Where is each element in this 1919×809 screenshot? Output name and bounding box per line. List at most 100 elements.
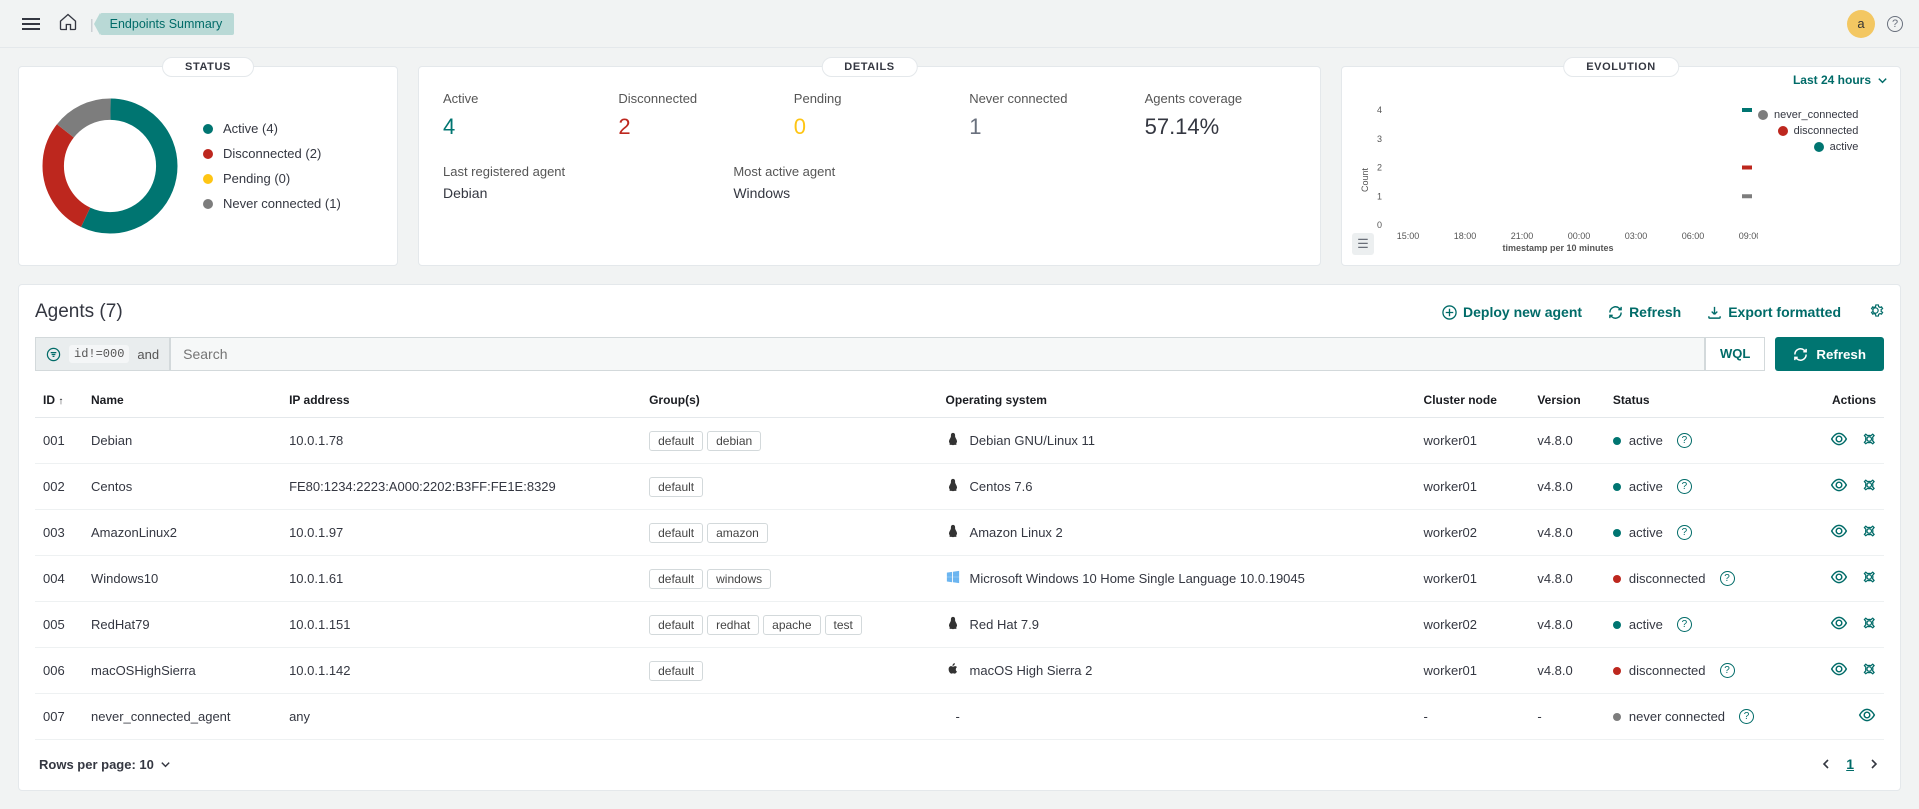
cell-id: 001 (35, 418, 83, 464)
col-actions[interactable]: Actions (1805, 383, 1884, 418)
evolution-legend-item[interactable]: disconnected (1758, 125, 1858, 137)
agents-table: ID ↑NameIP addressGroup(s)Operating syst… (35, 383, 1884, 740)
status-help-icon[interactable]: ? (1720, 571, 1735, 586)
plus-circle-icon (1442, 305, 1457, 320)
wql-button[interactable]: WQL (1705, 337, 1765, 371)
cell-version: v4.8.0 (1529, 648, 1605, 694)
table-row[interactable]: 003AmazonLinux210.0.1.97defaultamazonAma… (35, 510, 1884, 556)
last-registered-value[interactable]: Debian (443, 185, 715, 201)
config-icon[interactable] (1858, 568, 1876, 589)
detail-value: 57.14% (1145, 114, 1296, 140)
gear-icon[interactable] (1867, 302, 1884, 322)
evolution-legend-item[interactable]: active (1758, 141, 1858, 153)
status-legend: Active (4) Disconnected (2) Pending (0) Nev… (203, 111, 341, 221)
config-icon[interactable] (1858, 522, 1876, 543)
detail-label: Never connected (969, 91, 1120, 106)
status-legend-item[interactable]: Disconnected (2) (203, 146, 341, 161)
table-row[interactable]: 007never_connected_agentany---never conn… (35, 694, 1884, 740)
group-tag[interactable]: default (649, 569, 703, 589)
refresh-button[interactable]: Refresh (1775, 337, 1884, 371)
rows-per-page[interactable]: Rows per page: 10 (39, 757, 171, 772)
view-icon[interactable] (1830, 614, 1848, 635)
refresh-icon (1608, 305, 1623, 320)
detail-value: 0 (794, 114, 945, 140)
cell-os: Centos 7.6 (938, 464, 1416, 510)
view-icon[interactable] (1830, 522, 1848, 543)
group-tag[interactable]: default (649, 615, 703, 635)
export-button[interactable]: Export formatted (1707, 304, 1841, 320)
table-row[interactable]: 006macOSHighSierra10.0.1.142defaultmacOS… (35, 648, 1884, 694)
cell-os: Amazon Linux 2 (938, 510, 1416, 556)
col-ip-address[interactable]: IP address (281, 383, 641, 418)
avatar[interactable]: a (1847, 10, 1875, 38)
table-row[interactable]: 001Debian10.0.1.78defaultdebianDebian GN… (35, 418, 1884, 464)
menu-toggle[interactable] (16, 9, 46, 39)
evolution-range[interactable]: Last 24 hours (1793, 73, 1888, 87)
group-tag[interactable]: default (649, 523, 703, 543)
status-help-icon[interactable]: ? (1739, 709, 1754, 724)
refresh-link[interactable]: Refresh (1608, 304, 1681, 320)
status-legend-item[interactable]: Pending (0) (203, 171, 341, 186)
os-icon (946, 616, 960, 633)
topbar: | Endpoints Summary a ? (0, 0, 1919, 48)
config-icon[interactable] (1858, 430, 1876, 451)
cell-actions (1805, 510, 1884, 556)
group-tag[interactable]: windows (707, 569, 771, 589)
view-icon[interactable] (1830, 476, 1848, 497)
breadcrumb[interactable]: Endpoints Summary (100, 13, 235, 35)
group-tag[interactable]: apache (763, 615, 820, 635)
current-page[interactable]: 1 (1846, 756, 1854, 772)
cell-os: Debian GNU/Linux 11 (938, 418, 1416, 464)
evolution-legend: never_connected disconnected active (1758, 105, 1858, 255)
col-operating-system[interactable]: Operating system (938, 383, 1416, 418)
detail-label: Agents coverage (1145, 91, 1296, 106)
legend-dot (1778, 126, 1788, 136)
cell-actions (1805, 464, 1884, 510)
status-help-icon[interactable]: ? (1677, 479, 1692, 494)
help-icon[interactable]: ? (1887, 16, 1903, 32)
config-icon[interactable] (1858, 614, 1876, 635)
col-status[interactable]: Status (1605, 383, 1805, 418)
status-dot (1613, 713, 1621, 721)
col-id[interactable]: ID ↑ (35, 383, 83, 418)
cell-actions (1805, 556, 1884, 602)
cell-node: worker02 (1416, 602, 1530, 648)
table-row[interactable]: 005RedHat7910.0.1.151defaultredhatapache… (35, 602, 1884, 648)
view-icon[interactable] (1830, 568, 1848, 589)
group-tag[interactable]: default (649, 431, 703, 451)
col-name[interactable]: Name (83, 383, 281, 418)
group-tag[interactable]: default (649, 661, 703, 681)
col-cluster-node[interactable]: Cluster node (1416, 383, 1530, 418)
filter-chip[interactable]: id!=000 and (35, 337, 170, 371)
search-input[interactable] (170, 337, 1705, 371)
config-icon[interactable] (1858, 476, 1876, 497)
group-tag[interactable]: amazon (707, 523, 768, 543)
prev-page[interactable] (1820, 758, 1832, 770)
group-tag[interactable]: debian (707, 431, 761, 451)
group-tag[interactable]: default (649, 477, 703, 497)
most-active-value[interactable]: Windows (733, 185, 1005, 201)
detail-label: Active (443, 91, 594, 106)
view-icon[interactable] (1830, 430, 1848, 451)
table-row[interactable]: 004Windows1010.0.1.61defaultwindowsMicro… (35, 556, 1884, 602)
evolution-list-toggle[interactable]: ☰ (1352, 233, 1374, 255)
view-icon[interactable] (1858, 706, 1876, 727)
next-page[interactable] (1868, 758, 1880, 770)
config-icon[interactable] (1858, 660, 1876, 681)
cell-name: never_connected_agent (83, 694, 281, 740)
status-help-icon[interactable]: ? (1677, 433, 1692, 448)
status-help-icon[interactable]: ? (1720, 663, 1735, 678)
home-icon[interactable] (58, 12, 78, 35)
table-row[interactable]: 002CentosFE80:1234:2223:A000:2202:B3FF:F… (35, 464, 1884, 510)
status-help-icon[interactable]: ? (1677, 617, 1692, 632)
group-tag[interactable]: redhat (707, 615, 759, 635)
status-help-icon[interactable]: ? (1677, 525, 1692, 540)
deploy-agent-button[interactable]: Deploy new agent (1442, 304, 1582, 320)
group-tag[interactable]: test (825, 615, 862, 635)
col-group-s-[interactable]: Group(s) (641, 383, 937, 418)
col-version[interactable]: Version (1529, 383, 1605, 418)
view-icon[interactable] (1830, 660, 1848, 681)
status-legend-item[interactable]: Active (4) (203, 121, 341, 136)
evolution-legend-item[interactable]: never_connected (1758, 109, 1858, 121)
status-legend-item[interactable]: Never connected (1) (203, 196, 341, 211)
